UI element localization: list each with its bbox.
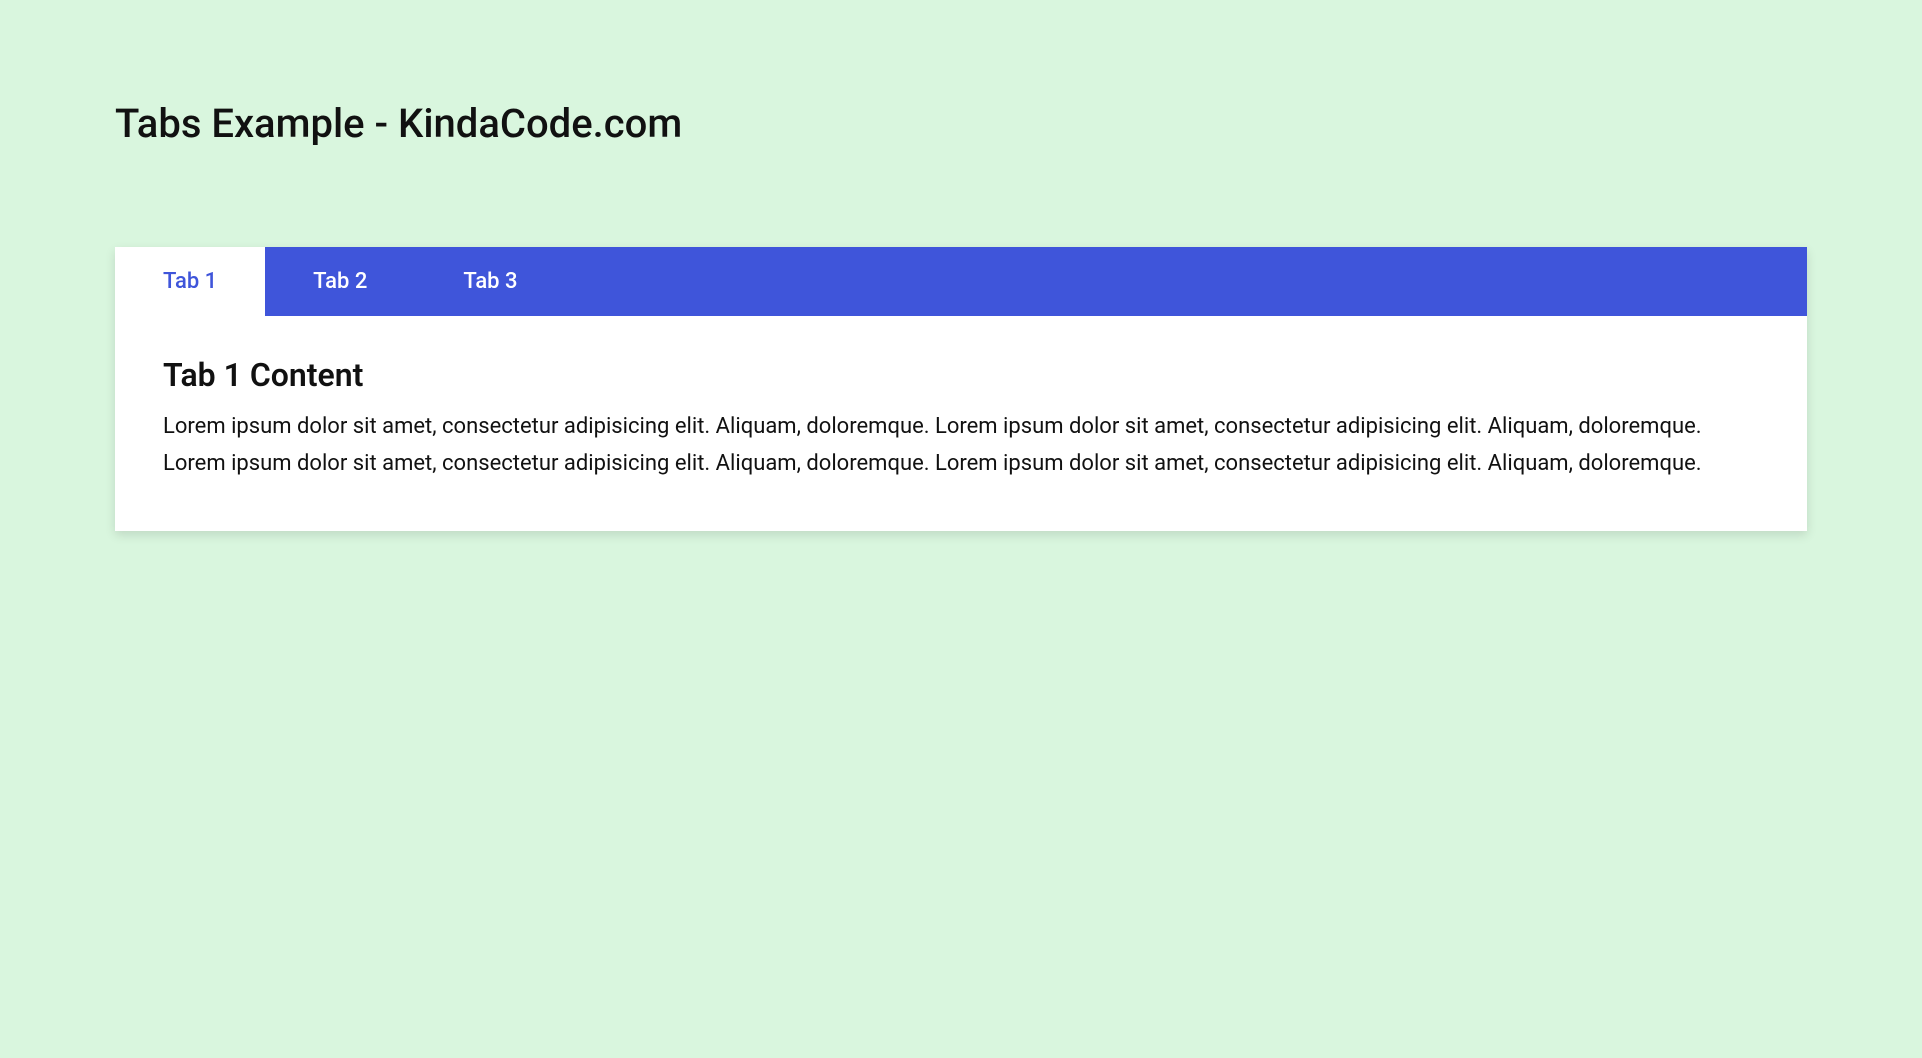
content-heading: Tab 1 Content (163, 356, 1759, 394)
tabs-container: Tab 1 Tab 2 Tab 3 Tab 1 Content Lorem ip… (115, 247, 1807, 531)
page-title: Tabs Example - KindaCode.com (115, 100, 1807, 147)
tab-content: Tab 1 Content Lorem ipsum dolor sit amet… (115, 316, 1807, 531)
tab-1[interactable]: Tab 1 (115, 247, 265, 316)
tab-nav: Tab 1 Tab 2 Tab 3 (115, 247, 1807, 316)
tab-3[interactable]: Tab 3 (415, 247, 565, 316)
tab-2[interactable]: Tab 2 (265, 247, 415, 316)
content-paragraph: Lorem ipsum dolor sit amet, consectetur … (163, 408, 1759, 483)
